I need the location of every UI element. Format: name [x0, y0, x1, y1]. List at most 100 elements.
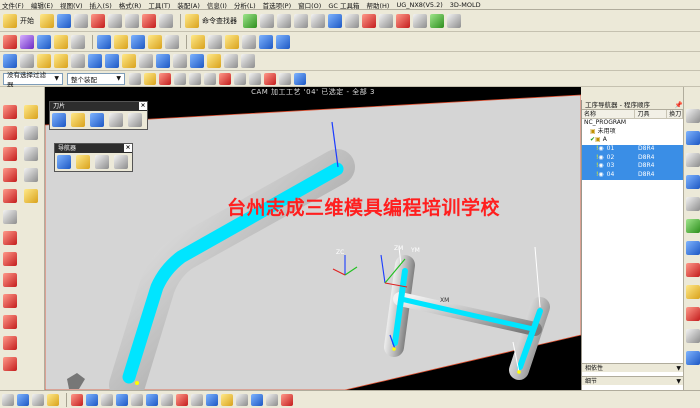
web-browser-icon[interactable]: [686, 241, 700, 255]
select-feature-icon[interactable]: [159, 72, 171, 85]
menu-help[interactable]: 帮助(H): [366, 0, 389, 10]
display-object-icon[interactable]: [105, 54, 119, 68]
create-method-icon[interactable]: [54, 34, 68, 49]
select-body-icon[interactable]: [189, 72, 201, 85]
snap-point-icon[interactable]: [144, 72, 156, 85]
shaded-cube-icon[interactable]: [328, 13, 342, 28]
menu-3d-mold[interactable]: 3D-MOLD: [450, 1, 481, 9]
rename-icon[interactable]: [71, 54, 85, 68]
planar-mill-icon[interactable]: [128, 113, 142, 127]
replay-path-icon[interactable]: [208, 34, 222, 49]
geometry-view-icon[interactable]: [131, 34, 145, 49]
menu-ug-nx8[interactable]: UG_NX8(V5.2): [396, 1, 442, 9]
nav-floating-header[interactable]: 导航器 ×: [55, 144, 132, 153]
select-icon[interactable]: [447, 13, 461, 28]
menu-gc-toolbox[interactable]: GC 工具箱: [328, 0, 359, 10]
tool-view-icon[interactable]: [76, 155, 90, 169]
start-icon[interactable]: [3, 13, 17, 28]
studio-icon[interactable]: [396, 13, 410, 28]
operation-navigator-icon[interactable]: [686, 175, 700, 189]
view-orient-icon[interactable]: [345, 13, 359, 28]
quadrant-icon[interactable]: [294, 72, 306, 85]
divide-curve-icon[interactable]: [3, 273, 17, 287]
method-view-icon[interactable]: [114, 155, 128, 169]
subtract-icon[interactable]: [191, 393, 203, 406]
constraint-navigator-icon[interactable]: [686, 131, 700, 145]
measure-icon[interactable]: [32, 393, 44, 406]
revolve-icon[interactable]: [101, 393, 113, 406]
type-filter-dropdown[interactable]: 没有选择过滤器 ▼: [3, 71, 63, 89]
pattern-icon[interactable]: [266, 393, 278, 406]
create-tool-icon[interactable]: [20, 34, 34, 49]
hole-icon[interactable]: [116, 393, 128, 406]
edit-object-icon[interactable]: [3, 54, 17, 68]
pin-icon[interactable]: 📌: [675, 100, 683, 109]
tree-row-operation-03[interactable]: ! ◉ 03 D8R4: [582, 162, 683, 172]
details-section[interactable]: 细节 ▼: [582, 376, 684, 385]
machining-method-view-icon[interactable]: [148, 34, 162, 49]
midpoint-icon[interactable]: [234, 72, 246, 85]
sketch-icon[interactable]: [71, 393, 83, 406]
command-finder-button[interactable]: 命令查找器: [202, 16, 237, 26]
extrude-icon[interactable]: [86, 393, 98, 406]
arc-center-icon[interactable]: [279, 72, 291, 85]
close-icon[interactable]: ×: [124, 144, 132, 152]
tree-row-operation-02[interactable]: ! ◉ 02 D8R4: [582, 153, 683, 163]
menu-file[interactable]: 文件(F): [2, 0, 24, 10]
mirror-icon[interactable]: [281, 393, 293, 406]
menu-assembly[interactable]: 装配(A): [177, 0, 200, 10]
offset-face-icon[interactable]: [236, 393, 248, 406]
create-operation-icon[interactable]: [71, 34, 85, 49]
graphics-viewport[interactable]: CAM 加工工艺 '04' 已选定 - 全部 3 ZC ZM YM XM 台州志…: [45, 87, 581, 390]
shop-doc-icon[interactable]: [156, 54, 170, 68]
layer-icon[interactable]: [430, 13, 444, 28]
menu-tools[interactable]: 工具(T): [148, 0, 170, 10]
create-program-icon[interactable]: [3, 34, 17, 49]
menu-insert[interactable]: 插入(S): [90, 0, 112, 10]
face-mill-icon[interactable]: [109, 113, 123, 127]
reuse-library-icon[interactable]: [686, 219, 700, 233]
verify-path-icon[interactable]: [225, 34, 239, 49]
workpiece-icon[interactable]: [139, 54, 153, 68]
program-order-view-icon[interactable]: [97, 34, 111, 49]
save-icon[interactable]: [57, 13, 71, 28]
command-finder-icon[interactable]: [185, 13, 199, 28]
transform-icon[interactable]: [88, 54, 102, 68]
assembly-scope-dropdown[interactable]: 整个装配 ▼: [67, 72, 125, 85]
intersection-icon[interactable]: [264, 72, 276, 85]
create-geometry-icon[interactable]: [37, 34, 51, 49]
fixed-contour-icon[interactable]: [90, 113, 104, 127]
menu-preferences[interactable]: 首选项(P): [263, 0, 292, 10]
line-icon[interactable]: [3, 105, 17, 119]
cavity-mill-icon[interactable]: [52, 113, 66, 127]
copy-icon[interactable]: [108, 13, 122, 28]
postprocess-icon[interactable]: [276, 34, 290, 49]
wireframe-icon[interactable]: [379, 13, 393, 28]
tree-row-unused[interactable]: ▣ 未用项: [582, 128, 683, 137]
arc-icon[interactable]: [3, 126, 17, 140]
chamfer-curve-icon[interactable]: [3, 357, 17, 371]
tree-row-operation-01[interactable]: ! ◉ 01 D8R4: [582, 145, 683, 154]
chamfer-icon[interactable]: [146, 393, 158, 406]
shell-icon[interactable]: [161, 393, 173, 406]
feed-icon[interactable]: [224, 54, 238, 68]
wcs-icon[interactable]: [47, 393, 59, 406]
text-icon[interactable]: [3, 210, 17, 224]
machine-tool-view-icon[interactable]: [114, 34, 128, 49]
speed-icon[interactable]: [241, 54, 255, 68]
spline-icon[interactable]: [3, 168, 17, 182]
extract-curve-icon[interactable]: [3, 294, 17, 308]
refresh-icon[interactable]: [243, 13, 257, 28]
pan-icon[interactable]: [311, 13, 325, 28]
trim-body-icon[interactable]: [221, 393, 233, 406]
endpoint-icon[interactable]: [219, 72, 231, 85]
fit-view-icon[interactable]: [260, 13, 274, 28]
program-view-icon[interactable]: [57, 155, 71, 169]
column-name[interactable]: 名称: [582, 110, 636, 118]
geometry-view-icon[interactable]: [95, 155, 109, 169]
join-curve-icon[interactable]: [3, 315, 17, 329]
close-icon[interactable]: ×: [139, 102, 147, 110]
rotate-icon[interactable]: [294, 13, 308, 28]
column-tool[interactable]: 刀具: [635, 110, 668, 118]
shaded-edges-icon[interactable]: [362, 13, 376, 28]
